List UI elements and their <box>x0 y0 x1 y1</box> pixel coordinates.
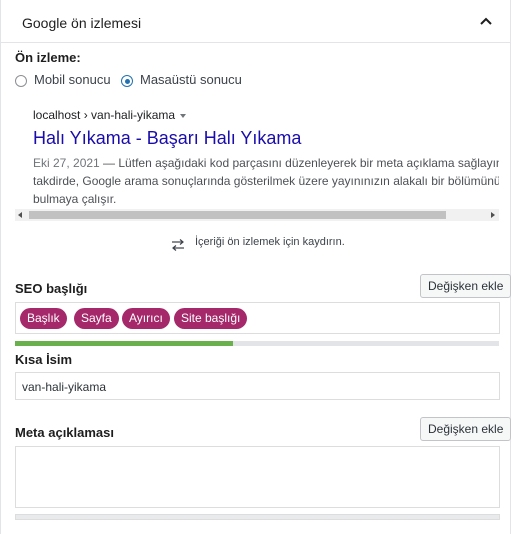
tag-baslik[interactable]: Başlık <box>20 308 67 329</box>
snippet-desc-text-1: — Lütfen aşağıdaki kod parçasını düzenle… <box>99 156 499 170</box>
panel-title: Google ön izlemesi <box>22 15 142 31</box>
scroll-left-arrow-icon[interactable] <box>18 212 22 218</box>
scroll-right-arrow-icon[interactable] <box>491 212 495 218</box>
chevron-up-icon[interactable] <box>479 16 493 26</box>
seo-title-progress-fill <box>15 341 233 346</box>
snippet-desc-line-1: Eki 27, 2021 — Lütfen aşağıdaki kod parç… <box>33 154 499 172</box>
radio-mobile[interactable] <box>15 75 27 87</box>
snippet-title[interactable]: Halı Yıkama - Başarı Halı Yıkama <box>33 128 301 149</box>
tag-site-basligi[interactable]: Site başlığı <box>174 308 248 329</box>
meta-description-input[interactable] <box>15 446 500 508</box>
scroll-hint: İçeriği ön izlemek için kaydırın. <box>195 236 345 248</box>
radio-desktop[interactable] <box>121 75 133 87</box>
seo-title-add-variable-button[interactable]: Değişken ekle <box>420 274 512 298</box>
snippet-desc-line-2: takdirde, Google arama sonuçlarında göst… <box>33 174 499 188</box>
meta-description-label: Meta açıklaması <box>15 425 115 440</box>
caret-down-icon <box>180 113 187 118</box>
radio-mobile-label[interactable]: Mobil sonucu <box>34 72 111 87</box>
snippet-description: Eki 27, 2021 — Lütfen aşağıdaki kod parç… <box>33 154 499 208</box>
preview-horizontal-scrollbar[interactable] <box>15 209 499 221</box>
snippet-date: Eki 27, 2021 <box>33 156 100 170</box>
scrollbar-thumb[interactable] <box>29 211 446 219</box>
slug-label: Kısa İsim <box>15 352 73 367</box>
snippet-preview: localhost › van-hali-yikama Halı Yıkama … <box>29 98 499 222</box>
snippet-url: localhost › van-hali-yikama <box>33 108 187 122</box>
seo-title-length-progress <box>15 341 499 346</box>
swap-arrows-icon <box>172 239 184 251</box>
tag-ayirici[interactable]: Ayırıcı <box>122 308 170 329</box>
seo-title-label: SEO başlığı <box>15 281 88 296</box>
snippet-desc-line-3: bulmaya çalışır. <box>33 192 117 206</box>
radio-desktop-label[interactable]: Masaüstü sonucu <box>140 72 242 87</box>
google-preview-panel: Google ön izlemesi Ön izleme: Mobil sonu… <box>0 0 512 534</box>
slug-value[interactable]: van-hali-yikama <box>22 380 106 394</box>
snippet-url-text: localhost › van-hali-yikama <box>33 108 176 122</box>
preview-mode-label: Ön izleme: <box>15 50 81 65</box>
tag-sayfa[interactable]: Sayfa <box>74 308 119 329</box>
meta-description-progress <box>15 514 500 520</box>
panel-header[interactable]: Google ön izlemesi <box>1 0 510 43</box>
meta-add-variable-button[interactable]: Değişken ekle <box>420 417 512 441</box>
slug-input[interactable]: van-hali-yikama <box>15 372 500 400</box>
